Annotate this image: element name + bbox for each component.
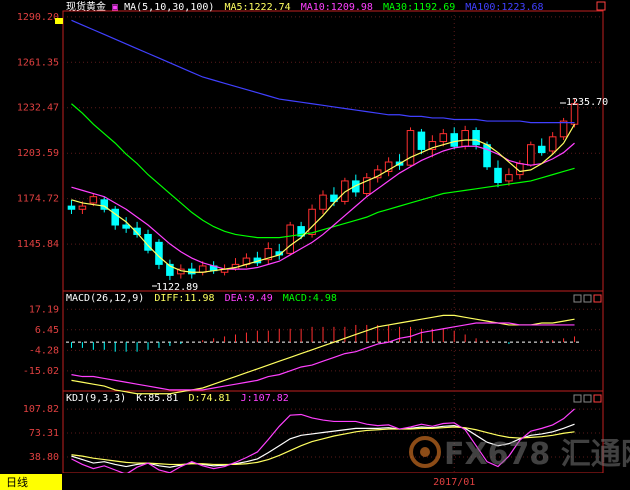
candle-body [319, 194, 327, 210]
kdj-tick-label: 73.31 [29, 428, 59, 439]
candle-body [537, 145, 546, 154]
low-price-label: 1122.89 [156, 282, 198, 293]
high-price-label: 1235.70 [566, 97, 608, 108]
ma100-value: MA100:1223.68 [465, 2, 543, 13]
candle-body [417, 131, 426, 150]
ma30-value: MA30:1192.69 [383, 2, 455, 13]
svg-text:现货黄金 ▣ MA(5,10,30,100: 现货黄金 ▣ MA(5,10,30,100) MA5:1222.74 MA10:… [66, 0, 544, 13]
candle-body [527, 144, 535, 166]
kdj-tick-label: 107.82 [23, 404, 59, 415]
date-label: 2017/01 [433, 477, 475, 488]
period-tab-label[interactable]: 日线 [6, 475, 28, 489]
price-tick-label: 1290.20 [17, 12, 59, 23]
macd-params: MACD(26,12,9) [66, 293, 144, 304]
kdj-k-value: K:85.81 [136, 393, 178, 404]
watermark-logo: FX678 汇通网 [409, 436, 630, 472]
price-tick-label: 1261.35 [17, 57, 59, 68]
ma5-value: MA5:1222.74 [224, 2, 290, 13]
macd-diff-value: DIFF:11.98 [154, 293, 214, 304]
kdj-tick-label: 38.80 [29, 452, 59, 463]
price-tick-label: 1203.59 [17, 148, 59, 159]
ma10-value: MA10:1209.98 [301, 2, 373, 13]
kdj-params: KDJ(9,3,3) [66, 393, 126, 404]
candle-body [406, 130, 415, 166]
candle-body [439, 133, 448, 143]
price-tick-label: 1232.47 [17, 103, 59, 114]
watermark-text: FX678 汇通网 [444, 437, 630, 472]
footer-bar [0, 473, 630, 490]
candle-body [472, 130, 480, 146]
svg-text:MACD(26,12,9) DIFF:11.98: MACD(26,12,9) DIFF:11.98 DEA:9.49 MACD:4… [66, 293, 337, 304]
candle-body [122, 224, 130, 229]
macd-tick-label: -15.02 [23, 366, 59, 377]
price-panel-marker-icon [55, 18, 63, 24]
candle-body [505, 174, 513, 182]
macd-dea-value: DEA:9.49 [225, 293, 273, 304]
candle-body [450, 133, 459, 147]
candle-body [67, 205, 76, 210]
price-tick-label: 1145.84 [17, 239, 59, 250]
candle-body [548, 136, 557, 152]
candle-body [494, 167, 502, 183]
candle-body [483, 144, 491, 168]
macd-tick-label: 17.19 [29, 304, 59, 315]
kdj-d-value: D:74.81 [188, 393, 230, 404]
price-tick-label: 1174.72 [17, 194, 59, 205]
kdj-j-value: J:107.82 [241, 393, 289, 404]
macd-tick-label: -4.28 [29, 345, 59, 356]
candle-body [286, 224, 294, 254]
svg-text:KDJ(9,3,3) K:85.81 D:7: KDJ(9,3,3) K:85.81 D:74.81 J:107.82 [66, 393, 289, 404]
candle-body [198, 265, 207, 273]
candle-body [78, 205, 87, 210]
ma-params: MA(5,10,30,100) [124, 2, 214, 13]
instrument-name: 现货黄金 [66, 0, 106, 13]
macd-macd-value: MACD:4.98 [283, 293, 337, 304]
candle-body [461, 130, 469, 147]
candle-body [308, 208, 316, 235]
chart-stage: 1290.20 1261.35 1232.47 1203.59 1174.72 1145.… [0, 0, 630, 490]
macd-tick-label: 6.45 [35, 325, 59, 336]
ma-settings-icon[interactable]: ▣ [112, 2, 118, 13]
candle-body [89, 196, 98, 204]
candle-body [559, 120, 568, 138]
